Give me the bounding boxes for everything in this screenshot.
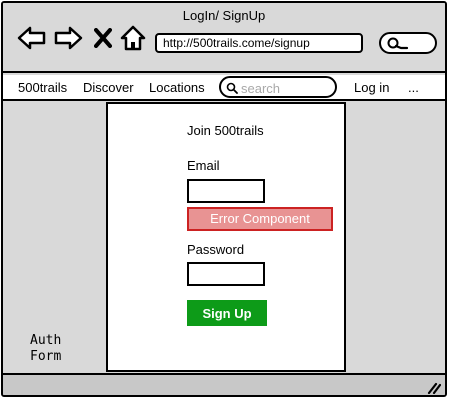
back-arrow-icon[interactable]	[17, 25, 47, 51]
resize-grip-icon[interactable]	[427, 381, 442, 395]
status-bar	[3, 373, 445, 395]
password-label: Password	[187, 242, 245, 257]
browser-search-box[interactable]	[379, 32, 437, 54]
site-search-box[interactable]	[219, 76, 337, 98]
browser-window: LogIn/ SignUp http://500trails.come/sign…	[1, 1, 447, 397]
search-icon	[387, 37, 409, 50]
auth-form-annotation: Auth Form	[30, 333, 61, 365]
home-icon[interactable]	[120, 25, 146, 51]
email-field[interactable]	[187, 179, 265, 203]
password-field[interactable]	[187, 262, 265, 286]
browser-chrome: LogIn/ SignUp http://500trails.come/sign…	[3, 3, 445, 73]
url-bar[interactable]: http://500trails.come/signup	[155, 33, 363, 53]
auth-form-panel: Join 500trails Email Error Component Pas…	[106, 102, 346, 372]
email-label: Email	[187, 158, 220, 173]
menu-item-locations[interactable]: Locations	[149, 80, 205, 95]
close-x-icon[interactable]	[94, 28, 112, 48]
search-icon	[226, 82, 238, 94]
annotation-line-2: Form	[30, 349, 62, 364]
search-input[interactable]	[241, 80, 331, 96]
signup-button[interactable]: Sign Up	[187, 300, 267, 326]
forward-arrow-icon[interactable]	[53, 25, 83, 51]
annotation-line-1: Auth	[30, 333, 62, 348]
menu-item-discover[interactable]: Discover	[83, 80, 134, 95]
menu-item-login[interactable]: Log in	[354, 80, 389, 95]
site-menu-bar: 500trails Discover Locations Log in ...	[3, 75, 445, 101]
content-area: Join 500trails Email Error Component Pas…	[3, 101, 445, 372]
window-title: LogIn/ SignUp	[182, 8, 266, 23]
menu-item-more[interactable]: ...	[408, 80, 419, 95]
error-message: Error Component	[187, 207, 333, 231]
menu-item-500trails[interactable]: 500trails	[18, 80, 67, 95]
form-title: Join 500trails	[187, 123, 264, 138]
